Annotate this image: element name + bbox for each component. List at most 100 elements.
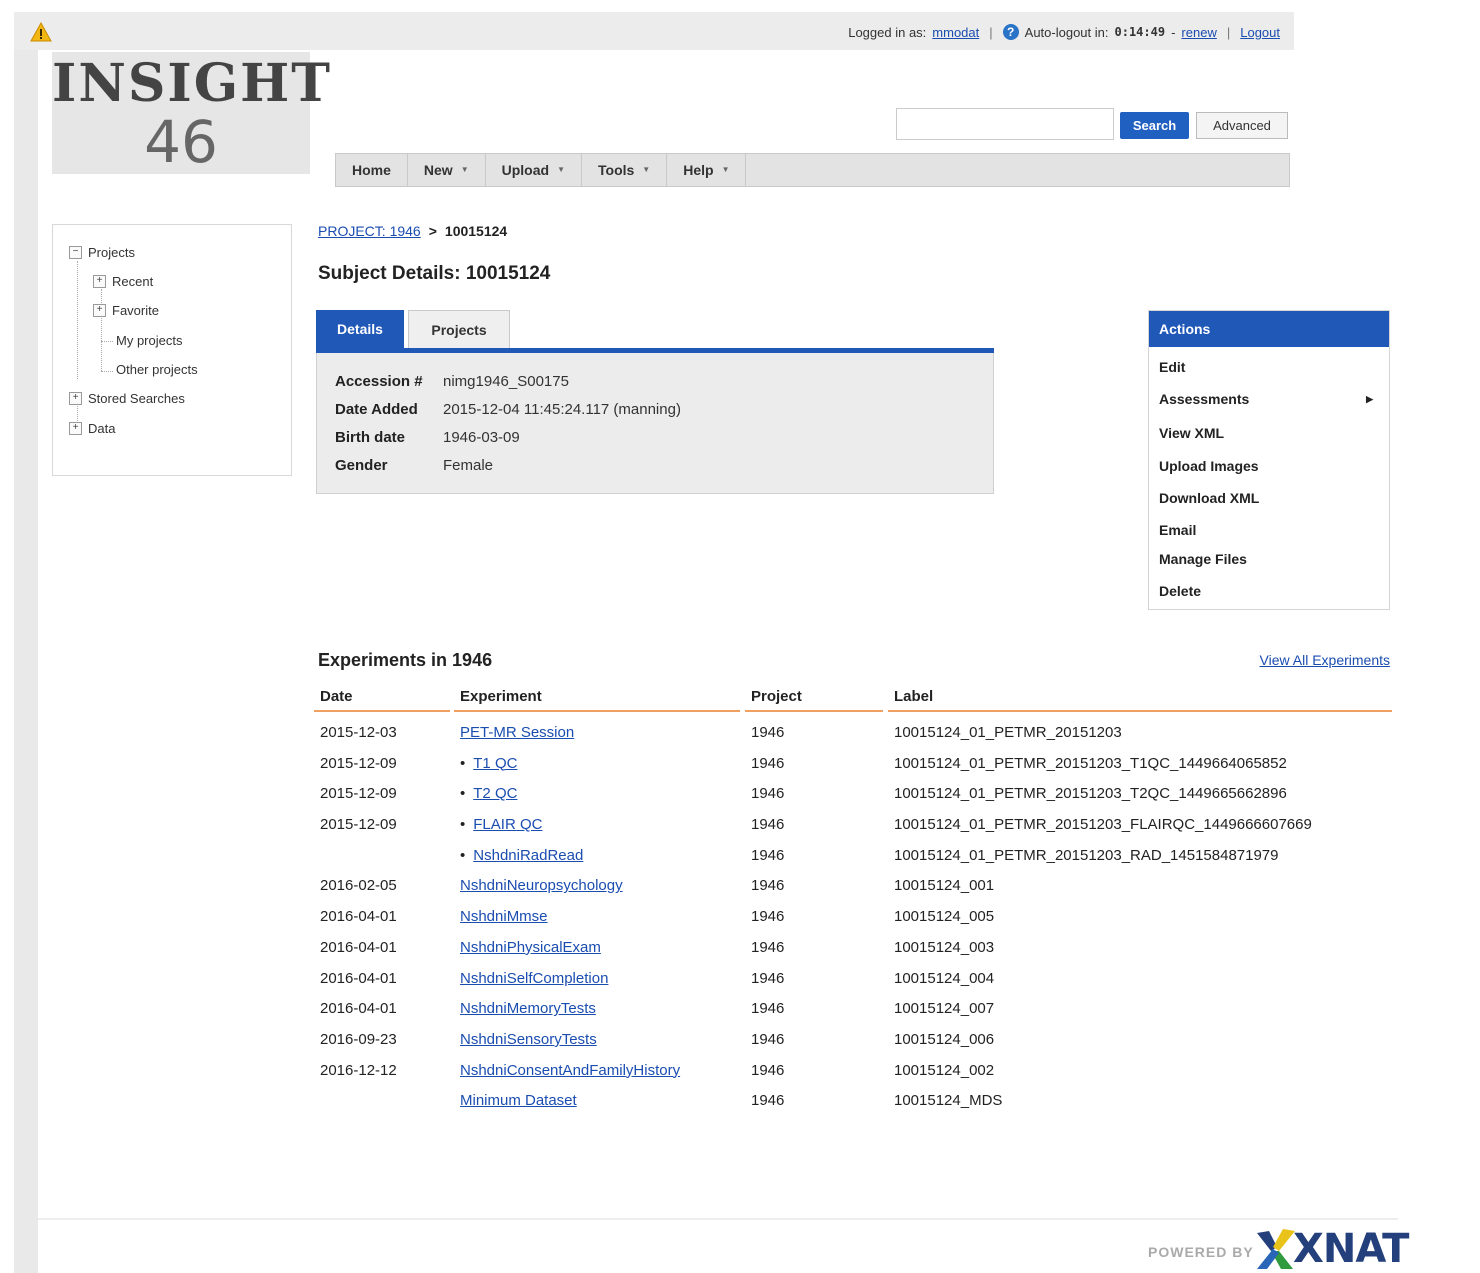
action-download-xml[interactable]: Download XML [1159,490,1381,506]
bullet-icon: • [460,785,466,803]
experiment-link[interactable]: T2 QC [473,785,517,802]
action-view-xml[interactable]: View XML [1159,425,1381,441]
tree-item-label: My projects [116,333,183,348]
experiment-link[interactable]: PET-MR Session [460,724,574,741]
cell-label: 10015124_004 [894,969,995,987]
tree-connector [101,341,113,342]
tree-item-stored-searches[interactable]: + Stored Searches [69,391,185,406]
xnat-logo[interactable]: XNAT [1255,1226,1409,1272]
page-title: Subject Details: 10015124 [318,263,551,284]
detail-row-date-added: Date Added 2015-12-04 11:45:24.117 (manni… [335,401,681,418]
cell-experiment: • NshdniRadRead [460,847,583,864]
experiment-link[interactable]: NshdniPhysicalExam [460,939,601,956]
nav-tools[interactable]: Tools ▼ [582,154,668,186]
tab-projects[interactable]: Projects [408,310,510,348]
tree-connector [77,261,78,379]
tree-item-projects[interactable]: − Projects [69,245,135,260]
warning-icon[interactable] [30,22,52,42]
cell-project: 1946 [751,1092,785,1110]
tree-item-label: Projects [88,245,135,260]
nav-home[interactable]: Home [336,154,408,186]
experiment-link[interactable]: FLAIR QC [473,816,542,833]
action-manage-files[interactable]: Manage Files [1159,551,1381,567]
cell-label: 10015124_MDS [894,1092,1003,1110]
cell-experiment: NshdniMemoryTests [460,1000,596,1017]
action-assessments[interactable]: Assessments ▶ [1159,391,1381,407]
action-edit[interactable]: Edit [1159,359,1381,375]
experiment-link[interactable]: NshdniNeuropsychology [460,877,623,894]
column-header-project[interactable]: Project [745,688,883,712]
table-row: 2016-04-01 NshdniMmse 1946 10015124_005 [314,902,1392,933]
nav-new[interactable]: New ▼ [408,154,486,186]
tree-item-my-projects[interactable]: My projects [116,333,182,348]
experiment-link[interactable]: NshdniSensoryTests [460,1031,597,1048]
experiment-link[interactable]: T1 QC [473,755,517,772]
action-delete[interactable]: Delete [1159,583,1381,599]
nav-upload[interactable]: Upload ▼ [486,154,582,186]
tree-item-other-projects[interactable]: Other projects [116,362,198,377]
experiment-link[interactable]: Minimum Dataset [460,1092,577,1109]
expand-icon[interactable]: + [93,275,106,288]
timer-separator: - [1171,24,1176,40]
search-button[interactable]: Search [1120,112,1189,139]
collapse-icon[interactable]: − [69,246,82,259]
bullet-icon: • [460,816,466,834]
actions-panel: Actions Edit Assessments ▶ View XML Uplo… [1148,310,1390,610]
help-circle-icon[interactable]: ? [1002,24,1019,40]
renew-link[interactable]: renew [1181,25,1216,40]
bullet-icon: • [460,846,466,864]
site-logo[interactable]: INSIGHT 46 [52,52,330,174]
tree-item-label: Favorite [112,303,159,318]
cell-project: 1946 [751,816,785,834]
expand-icon[interactable]: + [69,422,82,435]
table-row: Minimum Dataset 1946 10015124_MDS [314,1086,1392,1117]
column-header-date[interactable]: Date [314,688,450,712]
table-row: 2015-12-03 PET-MR Session 1946 10015124_01_… [314,718,1392,749]
left-gutter [14,12,38,1273]
experiment-link[interactable]: NshdniMemoryTests [460,1000,596,1017]
breadcrumb: PROJECT: 1946 >10015124 [318,223,507,239]
detail-value: 1946-03-09 [443,429,520,446]
chevron-down-icon: ▼ [460,165,469,174]
cell-date: 2016-04-01 [320,938,397,956]
tab-details[interactable]: Details [316,310,404,348]
tree-item-recent[interactable]: + Recent [93,274,153,289]
cell-date: 2015-12-09 [320,785,397,803]
cell-experiment: • T1 QC [460,755,517,772]
cell-project: 1946 [751,908,785,926]
expand-icon[interactable]: + [69,392,82,405]
logged-in-label: Logged in as: [848,24,927,40]
breadcrumb-project-link[interactable]: PROJECT: 1946 [318,223,421,239]
chevron-down-icon: ▼ [721,165,730,174]
search-input[interactable] [896,108,1114,140]
experiments-title: Experiments in 1946 [318,650,493,670]
experiment-link[interactable]: NshdniMmse [460,908,548,925]
cell-label: 10015124_01_PETMR_20151203_RAD_145158487… [894,846,1279,864]
action-upload-images[interactable]: Upload Images [1159,458,1381,474]
cell-experiment: PET-MR Session [460,724,574,741]
cell-date: 2015-12-09 [320,754,397,772]
nav-help[interactable]: Help ▼ [667,154,747,186]
tree-item-data[interactable]: + Data [69,421,115,436]
action-email[interactable]: Email [1159,522,1381,538]
cell-project: 1946 [751,938,785,956]
experiment-link[interactable]: NshdniSelfCompletion [460,970,608,987]
expand-icon[interactable]: + [93,304,106,317]
cell-date: 2015-12-09 [320,816,397,834]
separator: | [1226,24,1231,40]
nav-tools-label: Tools [598,162,635,178]
advanced-search-button[interactable]: Advanced [1196,112,1288,139]
view-all-experiments-link[interactable]: View All Experiments [1260,652,1390,668]
username-link[interactable]: mmodat [932,25,979,40]
experiments-table-header: Date Experiment Project Label [314,688,1392,714]
cell-date: 2016-02-05 [320,877,397,895]
table-row: 2015-12-09 • T1 QC 1946 10015124_01_PETMR_20… [314,749,1392,780]
column-header-label[interactable]: Label [888,688,1392,712]
nav-home-label: Home [352,162,391,178]
column-header-experiment[interactable]: Experiment [454,688,740,712]
experiment-link[interactable]: NshdniRadRead [473,847,583,864]
tree-item-favorite[interactable]: + Favorite [93,303,159,318]
logout-link[interactable]: Logout [1240,25,1280,40]
experiment-link[interactable]: NshdniConsentAndFamilyHistory [460,1062,680,1079]
cell-project: 1946 [751,754,785,772]
